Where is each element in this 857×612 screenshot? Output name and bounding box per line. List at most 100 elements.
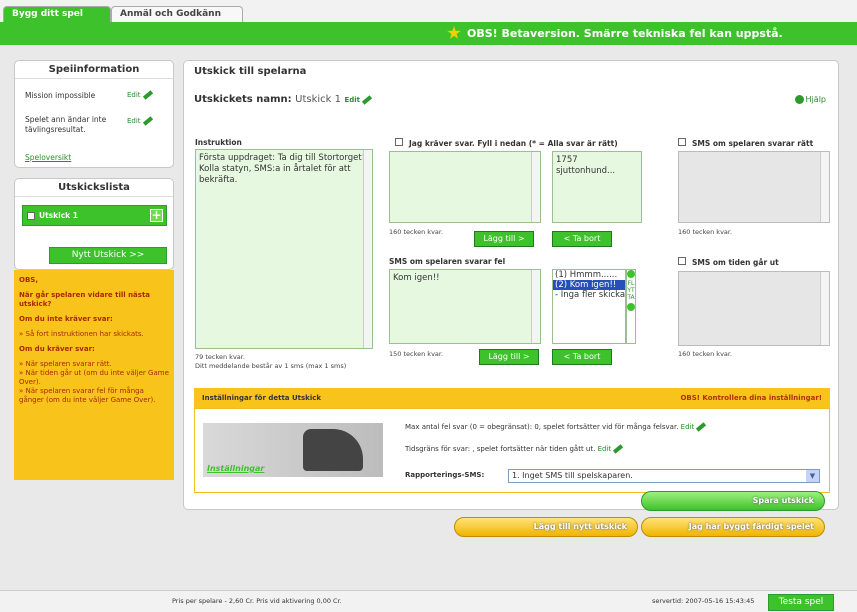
require-answer-label: Jag kräver svar. Fyll i nedan (* = Alla …: [409, 139, 618, 148]
report-sms-label: Rapporterings-SMS:: [405, 471, 485, 479]
remove-answer-button[interactable]: < Ta bort: [552, 231, 612, 247]
settings-body: Inställningar Max antal fel svar (0 = ob…: [194, 408, 830, 493]
settings-title: Inställningar för detta Utskick: [202, 394, 322, 402]
tab-report-approve[interactable]: Anmäl och Godkänn: [111, 6, 243, 23]
remove-wrong-button[interactable]: < Ta bort: [552, 349, 612, 365]
mission-edit-link[interactable]: Edit: [127, 90, 153, 100]
send-list-item[interactable]: Utskick 1 +: [22, 205, 167, 226]
timeout-checkbox[interactable]: [678, 257, 686, 265]
settings-illustration: [303, 429, 363, 471]
instruction-text: Första uppdraget: Ta dig till Stortorget…: [199, 153, 366, 185]
server-time: servertid: 2007-05-16 15:43:45: [652, 597, 755, 605]
send-name-label: Utskickets namn:: [194, 94, 292, 105]
beta-text: OBS! Betaversion. Smärre tekniska fel ka…: [467, 27, 783, 40]
time-limit-edit-link[interactable]: Edit: [598, 444, 624, 454]
wrong-answer-list[interactable]: (1) Hmmm...... (2) Kom igen!! - Inga fle…: [552, 269, 626, 344]
scrollbar[interactable]: [820, 272, 829, 345]
star-icon: [447, 26, 461, 39]
report-sms-select[interactable]: 1. Inget SMS till spelskaparen. ▼: [508, 469, 820, 483]
edit-label: Edit: [344, 96, 361, 104]
answer-item[interactable]: sjuttonhund...: [556, 166, 638, 177]
obs-heading-no-answer: Om du inte kräver svar:: [19, 315, 113, 323]
time-limit-text: Tidsgräns för svar: , spelet fortsätter …: [405, 445, 596, 453]
settings-image[interactable]: Inställningar: [203, 423, 383, 477]
require-answer-checkbox[interactable]: [395, 138, 403, 146]
game-done-button[interactable]: Jag har byggt färdigt spelet: [641, 517, 825, 537]
settings-header: Inställningar för detta Utskick OBS! Kon…: [194, 388, 830, 408]
game-overview-link[interactable]: Speloversikt: [25, 153, 71, 162]
max-wrong-edit-link[interactable]: Edit: [680, 422, 707, 432]
add-new-send-button[interactable]: Lägg till nytt utskick: [454, 517, 638, 537]
move-label: FLYTTA: [627, 280, 635, 301]
scrollbar[interactable]: [531, 152, 540, 222]
answer-input[interactable]: [389, 151, 541, 223]
move-up-icon[interactable]: [627, 270, 635, 278]
edit-label: Edit: [680, 423, 695, 431]
chevron-down-icon[interactable]: ▼: [806, 470, 819, 482]
pencil-icon: [142, 116, 153, 126]
right-answer-textarea[interactable]: [678, 151, 830, 223]
game-rule: Spelet ann ändar inte tävlingsresultat.: [25, 115, 107, 134]
obs-heading-answer: Om du kräver svar:: [19, 345, 95, 353]
scrollbar[interactable]: [531, 270, 540, 343]
help-label: Hjälp: [805, 95, 826, 104]
add-answer-button[interactable]: Lägg till >: [474, 231, 534, 247]
move-control[interactable]: FLYTTA: [626, 269, 636, 344]
instruction-textarea[interactable]: Första uppdraget: Ta dig till Stortorget…: [195, 149, 373, 349]
edit-label: Edit: [127, 91, 141, 99]
send-list-title: Utskickslista: [15, 179, 173, 197]
answer-item[interactable]: 1757: [556, 155, 638, 166]
send-list-panel: Utskickslista Utskick 1 + Nytt Utskick >…: [14, 178, 174, 270]
help-link[interactable]: Hjälp: [794, 95, 826, 104]
send-name: Utskickets namn: Utskick 1 Edit: [194, 94, 373, 105]
send-name-edit-link[interactable]: Edit: [344, 95, 373, 105]
wrong-list-item[interactable]: (2) Kom igen!!: [553, 280, 625, 290]
test-game-button[interactable]: Testa spel: [768, 594, 834, 611]
scrollbar[interactable]: [820, 152, 829, 222]
mission-name: Mission impossible: [25, 91, 96, 100]
add-icon[interactable]: +: [150, 209, 163, 222]
obs-text-no-answer: » Så fort instruktionen har skickats.: [19, 330, 144, 338]
wrong-answer-textarea[interactable]: Kom igen!!: [389, 269, 541, 344]
item-checkbox[interactable]: [27, 212, 35, 220]
save-send-button[interactable]: Spara utskick: [641, 491, 825, 511]
time-limit-row: Tidsgräns för svar: , spelet fortsätter …: [405, 444, 624, 454]
wrong-answer-count: 150 tecken kvar.: [389, 350, 444, 358]
tab-build-game[interactable]: Bygg ditt spel: [3, 6, 111, 23]
pencil-icon: [613, 444, 624, 454]
pencil-icon: [696, 422, 707, 432]
answer-list[interactable]: 1757 sjuttonhund...: [552, 151, 642, 223]
add-wrong-button[interactable]: Lägg till >: [479, 349, 539, 365]
wrong-list-item[interactable]: (1) Hmmm......: [553, 270, 625, 280]
send-name-value: Utskick 1: [295, 94, 341, 105]
main-panel: Utskick till spelarna Utskickets namn: U…: [183, 60, 839, 510]
pencil-icon: [361, 95, 373, 105]
obs-title: OBS,: [19, 276, 38, 284]
right-answer-checkbox[interactable]: [678, 138, 686, 146]
scrollbar[interactable]: [363, 150, 372, 348]
edit-label: Edit: [127, 117, 141, 125]
instruction-label: Instruktion: [195, 138, 242, 147]
wrong-list-item[interactable]: - Inga fler skickas -: [553, 290, 625, 300]
instruction-note: Ditt meddelande består av 1 sms (max 1 s…: [195, 362, 347, 370]
rule-edit-link[interactable]: Edit: [127, 116, 153, 126]
right-answer-count: 160 tecken kvar.: [678, 228, 733, 236]
new-send-button[interactable]: Nytt Utskick >>: [49, 247, 167, 264]
help-icon: [794, 95, 804, 104]
pencil-icon: [142, 90, 153, 100]
instruction-count: 79 tecken kvar.: [195, 353, 245, 361]
move-down-icon[interactable]: [627, 303, 635, 311]
price-text: Pris per spelare - 2,60 Cr. Pris vid akt…: [172, 597, 342, 605]
tab-bar: Bygg ditt spel Anmäl och Godkänn: [0, 0, 857, 23]
wrong-answer-label: SMS om spelaren svarar fel: [389, 257, 506, 266]
obs-text-answer: » När spelaren svarar rätt. » När tiden …: [19, 360, 169, 404]
beta-banner: OBS! Betaversion. Smärre tekniska fel ka…: [0, 22, 857, 45]
timeout-count: 160 tecken kvar.: [678, 350, 733, 358]
right-answer-label: SMS om spelaren svarar rätt: [692, 139, 814, 148]
send-list-item-label: Utskick 1: [39, 211, 78, 220]
obs-info-box: OBS, När går spelaren vidare till nästa …: [14, 270, 174, 480]
max-wrong-row: Max antal fel svar (0 = obegränsat): 0, …: [405, 422, 707, 432]
game-info-panel: Speiinformation Mission impossible Edit …: [14, 60, 174, 168]
timeout-textarea[interactable]: [678, 271, 830, 346]
game-info-title: Speiinformation: [15, 61, 173, 79]
